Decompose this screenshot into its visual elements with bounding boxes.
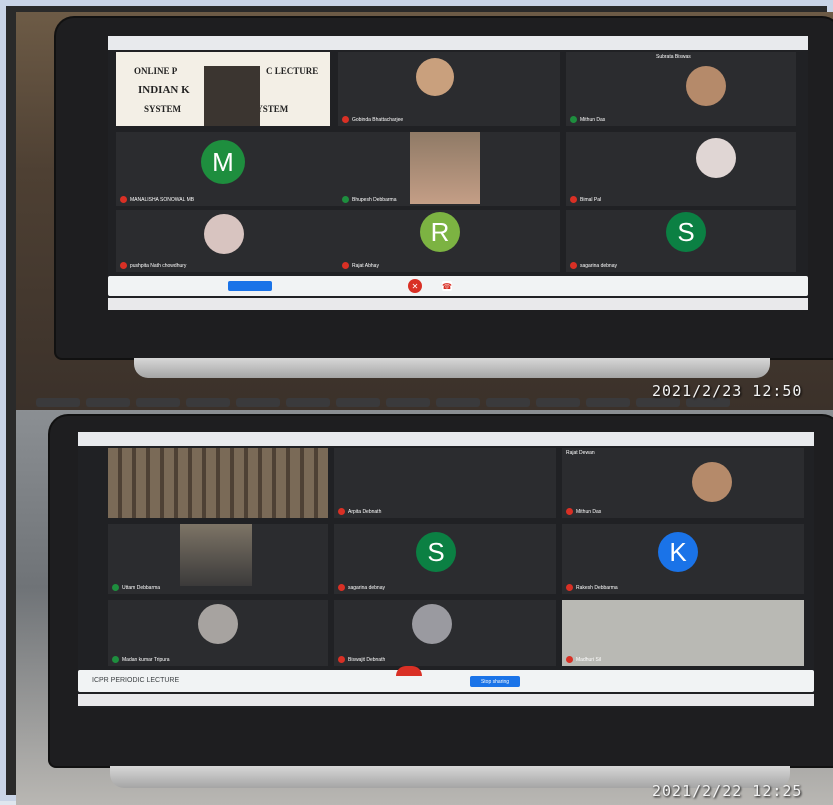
mic-toggle-button[interactable]: ✕	[408, 279, 422, 293]
meet-controls: ✕ ☎	[108, 276, 808, 296]
mic-off-icon	[566, 584, 573, 591]
participant-name: MANALISHA SONOWAL MB	[130, 196, 195, 203]
participant-tile[interactable]: pushpita Nath chowdhury	[116, 210, 338, 272]
participant-name: sagarina debnay	[580, 262, 617, 269]
avatar	[198, 604, 238, 644]
avatar	[692, 462, 732, 502]
participant-name: Arpita Debnath	[348, 508, 382, 515]
participant-name: Rajat Dewan	[566, 450, 595, 456]
meet-controls: ICPR PERIODIC LECTURE Stop sharing	[78, 666, 814, 692]
participant-tile[interactable]: K Rakesh Debbarma	[562, 524, 804, 594]
participant-tile[interactable]: Gobinda Bhattacharjee	[338, 52, 560, 126]
photo-bottom: Arpita Debnath Mithun Das Rajat Dewan Ut…	[16, 410, 833, 805]
participant-tile[interactable]: Madhuri Sil	[562, 600, 804, 666]
participant-name: Madan kumar Tripura	[122, 656, 170, 663]
participant-name: sagarina debnay	[348, 584, 385, 591]
participant-name: pushpita Nath chowdhury	[130, 262, 187, 269]
avatar	[416, 58, 454, 96]
photo-top: ONLINE P C LECTURE INDIAN K SYSTEM S SYS…	[16, 12, 833, 410]
avatar-letter: M	[201, 140, 245, 184]
slide-line1: ONLINE P	[134, 66, 178, 76]
bookshelf-video	[108, 448, 328, 518]
mic-off-icon	[570, 262, 577, 269]
avatar-letter: R	[420, 212, 460, 252]
mic-on-icon	[570, 116, 577, 123]
participant-tile[interactable]	[108, 448, 328, 518]
mic-off-icon	[120, 196, 127, 203]
participant-name: Biswajit Debnath	[348, 656, 386, 663]
participant-video	[180, 524, 252, 586]
participant-tile[interactable]: Bhupesh Debbarma	[338, 132, 560, 206]
meet-screen-bottom: Arpita Debnath Mithun Das Rajat Dewan Ut…	[78, 432, 814, 708]
avatar-letter: K	[658, 532, 698, 572]
participant-name: Rakesh Debbarma	[576, 584, 618, 591]
image-frame: ONLINE P C LECTURE INDIAN K SYSTEM S SYS…	[0, 0, 833, 805]
mic-off-icon	[570, 196, 577, 203]
browser-bar	[108, 36, 808, 50]
participant-name: Mithun Das	[580, 116, 606, 123]
stop-sharing-button[interactable]	[228, 281, 272, 291]
avatar	[686, 66, 726, 106]
participant-tile[interactable]: Uttam Debbarma	[108, 524, 328, 594]
avatar-letter: S	[416, 532, 456, 572]
mic-off-icon	[566, 656, 573, 663]
mic-off-icon	[338, 656, 345, 663]
slide-line3: SYSTEM	[144, 104, 182, 114]
slide-line1b: C LECTURE	[266, 66, 319, 76]
mic-on-icon	[112, 584, 119, 591]
participant-tile[interactable]: Madan kumar Tripura	[108, 600, 328, 666]
participant-tile[interactable]: Biswajit Debnath	[334, 600, 556, 666]
participant-name: Gobinda Bhattacharjee	[352, 116, 404, 123]
photo-timestamp: 2021/2/22 12:25	[652, 782, 803, 800]
mic-off-icon	[338, 584, 345, 591]
presenter-video	[204, 66, 260, 126]
meet-screen-top: ONLINE P C LECTURE INDIAN K SYSTEM S SYS…	[108, 36, 808, 310]
mic-off-icon	[566, 508, 573, 515]
participant-video	[410, 132, 480, 204]
participant-name: Bimal Pal	[580, 196, 602, 203]
participant-name: Subrata Biswas	[656, 54, 691, 60]
mic-on-icon	[342, 196, 349, 203]
participant-tile[interactable]: S sagarina debnay	[334, 524, 556, 594]
participant-name: Rajat Abhay	[352, 262, 379, 269]
participant-tile[interactable]: R Rajat Abhay	[338, 210, 560, 272]
participant-tile[interactable]: Bimal Pal	[566, 132, 796, 206]
participant-tile[interactable]: Arpita Debnath	[334, 448, 556, 518]
stop-sharing-button[interactable]: Stop sharing	[470, 676, 520, 687]
participant-tile[interactable]: Mithun Das Subrata Biswas	[566, 52, 796, 126]
mic-off-icon	[342, 262, 349, 269]
avatar	[412, 604, 452, 644]
keyboard-row	[36, 398, 730, 407]
mic-off-icon	[120, 262, 127, 269]
browser-bar	[78, 432, 814, 446]
participant-tile[interactable]: S sagarina debnay	[566, 210, 796, 272]
laptop-hinge	[134, 358, 770, 378]
mic-on-icon	[112, 656, 119, 663]
participant-name: Mithun Das	[576, 508, 602, 515]
meeting-title: ICPR PERIODIC LECTURE	[92, 677, 180, 684]
avatar	[696, 138, 736, 178]
presentation-slide: ONLINE P C LECTURE INDIAN K SYSTEM S SYS…	[116, 52, 330, 126]
participant-name: Uttam Debbarma	[122, 584, 161, 591]
participant-name: Madhuri Sil	[576, 656, 602, 663]
participant-tile[interactable]: Mithun Das Rajat Dewan	[562, 448, 804, 518]
windows-taskbar	[108, 298, 808, 310]
mic-off-icon	[338, 508, 345, 515]
avatar	[204, 214, 244, 254]
windows-taskbar	[78, 694, 814, 706]
participant-name: Bhupesh Debbarma	[352, 196, 397, 203]
slide-line2: INDIAN K	[138, 84, 190, 96]
leave-call-button[interactable]: ☎	[442, 281, 452, 291]
mic-off-icon	[342, 116, 349, 123]
participant-tile[interactable]: M MANALISHA SONOWAL MB	[116, 132, 338, 206]
photo-timestamp: 2021/2/23 12:50	[652, 382, 803, 400]
avatar-letter: S	[666, 212, 706, 252]
leave-call-button[interactable]	[396, 666, 422, 676]
